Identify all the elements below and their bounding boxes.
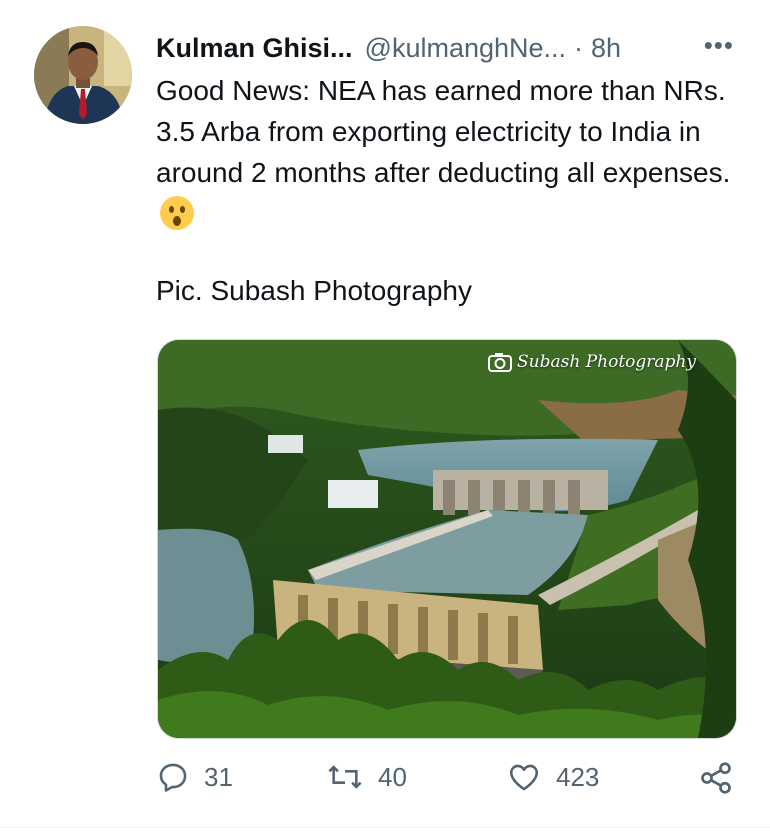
astonished-emoji-icon — [160, 196, 194, 230]
share-button[interactable] — [698, 760, 748, 796]
like-icon — [509, 764, 539, 791]
avatar-image — [34, 26, 132, 124]
author-handle[interactable]: @kulmanghNe... — [365, 33, 567, 64]
photo-credit: Pic. Subash Photography — [156, 275, 472, 306]
tweet-text-body: Good News: NEA has earned more than NRs.… — [156, 75, 731, 188]
separator-dot: · — [574, 32, 584, 63]
watermark-text: Subash Photography — [517, 352, 696, 372]
reply-count: 31 — [204, 761, 233, 792]
divider — [0, 827, 770, 828]
reply-icon — [159, 763, 187, 792]
like-count: 423 — [556, 761, 600, 792]
retweet-icon — [328, 765, 362, 789]
retweet-button[interactable]: 40 — [326, 760, 407, 794]
reply-button[interactable]: 31 — [156, 760, 233, 794]
tweet-header: Kulman Ghisi... @kulmanghNe... · 8h ••• — [156, 28, 746, 68]
tweet[interactable]: Kulman Ghisi... @kulmanghNe... · 8h ••• … — [0, 0, 770, 832]
like-button[interactable]: 423 — [506, 760, 599, 794]
tweet-time[interactable]: 8h — [591, 33, 621, 64]
author-name[interactable]: Kulman Ghisi... — [156, 33, 353, 64]
dam-photo — [158, 340, 736, 738]
tweet-actions: 31 40 423 — [156, 760, 746, 804]
retweet-count: 40 — [378, 761, 407, 792]
tweet-text: Good News: NEA has earned more than NRs.… — [156, 70, 756, 234]
tweet-media-image[interactable]: Subash Photography — [157, 339, 737, 739]
media-watermark: Subash Photography — [488, 352, 696, 372]
more-icon[interactable]: ••• — [704, 30, 734, 61]
share-icon — [701, 762, 731, 794]
camera-icon — [488, 353, 513, 372]
avatar[interactable] — [34, 26, 132, 124]
